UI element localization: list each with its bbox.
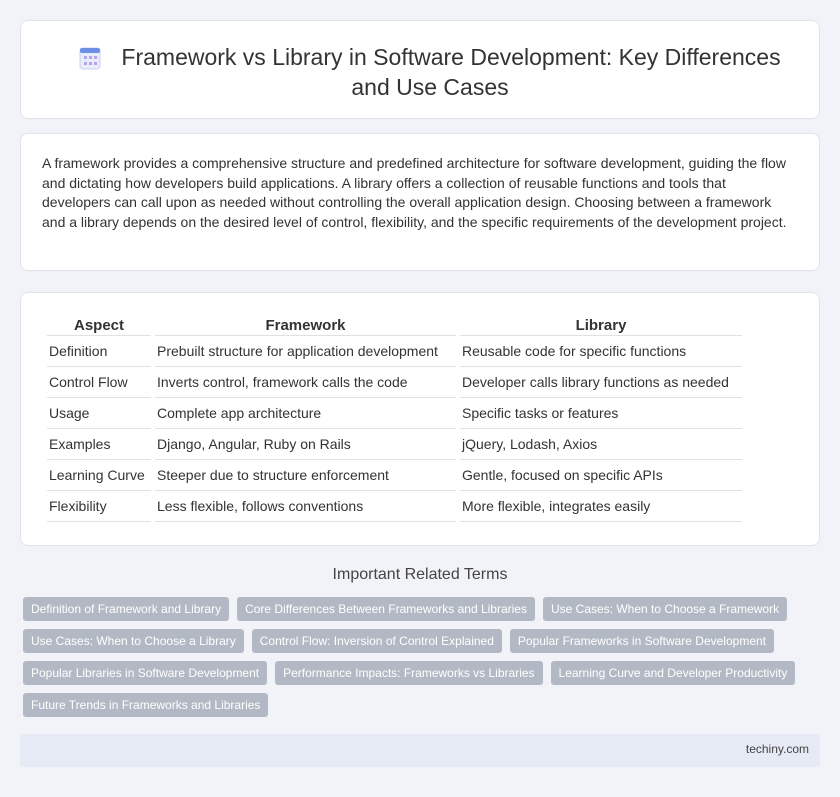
related-term-tag[interactable]: Use Cases: When to Choose a Framework bbox=[542, 597, 788, 621]
related-term-tag[interactable]: Future Trends in Frameworks and Librarie… bbox=[23, 693, 269, 717]
row-framework: Steeper due to structure enforcement bbox=[155, 460, 456, 491]
related-term-tag[interactable]: Learning Curve and Developer Productivit… bbox=[550, 661, 796, 685]
row-library: More flexible, integrates easily bbox=[460, 491, 742, 522]
row-aspect: Examples bbox=[47, 429, 151, 460]
header-library: Library bbox=[460, 315, 742, 336]
table-row: Flexibility Less flexible, follows conve… bbox=[47, 491, 742, 522]
row-framework: Complete app architecture bbox=[155, 398, 456, 429]
related-term-tag[interactable]: Core Differences Between Frameworks and … bbox=[237, 597, 535, 621]
related-term-tag[interactable]: Popular Frameworks in Software Developme… bbox=[509, 629, 774, 653]
table-row: Examples Django, Angular, Ruby on Rails … bbox=[47, 429, 742, 460]
row-aspect: Learning Curve bbox=[47, 460, 151, 491]
row-library: Gentle, focused on specific APIs bbox=[460, 460, 742, 491]
row-framework: Prebuilt structure for application devel… bbox=[155, 336, 456, 367]
row-library: jQuery, Lodash, Axios bbox=[460, 429, 742, 460]
summary-paragraph: A framework provides a comprehensive str… bbox=[42, 155, 787, 230]
related-term-tag[interactable]: Popular Libraries in Software Developmen… bbox=[23, 661, 268, 685]
row-aspect: Flexibility bbox=[47, 491, 151, 522]
related-term-tag[interactable]: Control Flow: Inversion of Control Expla… bbox=[251, 629, 502, 653]
row-aspect: Control Flow bbox=[47, 367, 151, 398]
table-row: Control Flow Inverts control, framework … bbox=[47, 367, 742, 398]
table-row: Definition Prebuilt structure for applic… bbox=[47, 336, 742, 367]
page-title: Framework vs Library in Software Develop… bbox=[121, 44, 781, 100]
row-library: Reusable code for specific functions bbox=[460, 336, 742, 367]
page-title-wrap: Framework vs Library in Software Develop… bbox=[61, 43, 799, 102]
document-icon bbox=[79, 46, 101, 70]
related-term-tag[interactable]: Use Cases: When to Choose a Library bbox=[23, 629, 244, 653]
row-aspect: Usage bbox=[47, 398, 151, 429]
table-row: Usage Complete app architecture Specific… bbox=[47, 398, 742, 429]
footer-bar: techiny.com bbox=[20, 734, 820, 767]
related-terms-list: Definition of Framework and Library Core… bbox=[23, 597, 813, 725]
table-header-row: Aspect Framework Library bbox=[47, 315, 742, 336]
comparison-table-card: Aspect Framework Library Definition Preb… bbox=[20, 292, 820, 546]
related-terms-heading: Important Related Terms bbox=[332, 566, 508, 583]
table-row: Learning Curve Steeper due to structure … bbox=[47, 460, 742, 491]
summary-card: A framework provides a comprehensive str… bbox=[20, 133, 820, 271]
row-framework: Less flexible, follows conventions bbox=[155, 491, 456, 522]
row-library: Specific tasks or features bbox=[460, 398, 742, 429]
header-card: Framework vs Library in Software Develop… bbox=[20, 20, 820, 119]
comparison-table: Aspect Framework Library Definition Preb… bbox=[43, 315, 746, 522]
header-aspect: Aspect bbox=[47, 315, 151, 336]
related-term-tag[interactable]: Performance Impacts: Frameworks vs Libra… bbox=[275, 661, 543, 685]
row-framework: Inverts control, framework calls the cod… bbox=[155, 367, 456, 398]
related-term-tag[interactable]: Definition of Framework and Library bbox=[23, 597, 230, 621]
header-framework: Framework bbox=[155, 315, 456, 336]
row-framework: Django, Angular, Ruby on Rails bbox=[155, 429, 456, 460]
row-aspect: Definition bbox=[47, 336, 151, 367]
row-library: Developer calls library functions as nee… bbox=[460, 367, 742, 398]
footer-site-link[interactable]: techiny.com bbox=[746, 742, 809, 756]
